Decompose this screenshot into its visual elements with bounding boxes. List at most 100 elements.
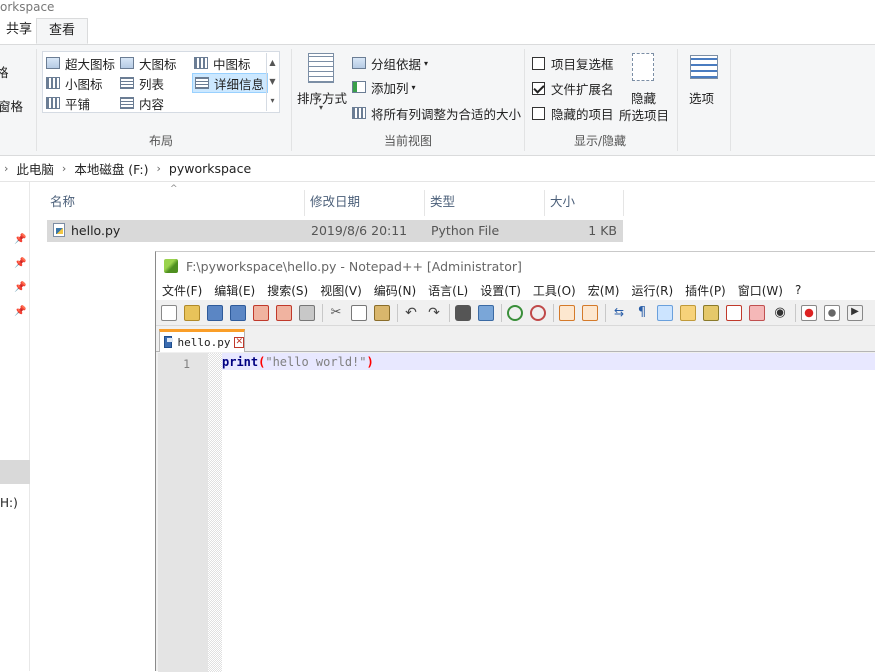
menu-macro[interactable]: 宏(M): [582, 282, 626, 299]
paste-icon[interactable]: [374, 304, 390, 321]
pane-cut-label[interactable]: 格格: [0, 61, 9, 81]
code-string: "hello world!": [265, 355, 367, 369]
table-row[interactable]: hello.py 2019/8/6 20:11 Python File 1 KB: [47, 220, 623, 242]
column-header-type[interactable]: 类型: [426, 190, 545, 216]
file-extensions-toggle[interactable]: 文件扩展名: [532, 78, 614, 98]
menu-plugins[interactable]: 插件(P): [679, 282, 732, 299]
view-list[interactable]: 列表: [120, 73, 164, 93]
python-file-icon: [53, 223, 65, 237]
current-view-group-label: 当前视图: [383, 134, 432, 148]
hidden-items-checkbox[interactable]: [532, 106, 545, 120]
pin-icon[interactable]: 📌: [14, 282, 26, 293]
menu-window[interactable]: 窗口(W): [732, 282, 789, 299]
folder-icon[interactable]: [749, 304, 765, 321]
add-columns-button[interactable]: 添加列 ▾: [352, 77, 416, 97]
fold-margin[interactable]: [208, 353, 222, 672]
sync-horizontal-icon[interactable]: [582, 304, 598, 321]
replace-icon[interactable]: [478, 304, 494, 321]
redo-icon[interactable]: ↷: [426, 305, 442, 321]
details-icon: [195, 77, 209, 89]
small-icons-label: 小图标: [65, 76, 103, 92]
tab-view[interactable]: 查看: [36, 18, 89, 44]
view-tiles[interactable]: 平铺: [46, 93, 90, 113]
notepadpp-window: F:\pyworkspace\hello.py - Notepad++ [Adm…: [155, 251, 875, 672]
close-tab-icon[interactable]: ✕: [234, 336, 244, 348]
column-header-name[interactable]: 名称: [46, 190, 305, 216]
find-icon[interactable]: [455, 304, 471, 321]
save-icon[interactable]: [207, 304, 223, 321]
view-details[interactable]: 详细信息: [192, 73, 269, 93]
folder-as-workspace-icon[interactable]: [726, 304, 742, 321]
menu-tools[interactable]: 工具(O): [527, 282, 582, 299]
file-extensions-checkbox[interactable]: [532, 81, 545, 95]
stop-macro-icon[interactable]: [824, 304, 840, 321]
breadcrumb-this-pc[interactable]: 此电脑: [16, 159, 54, 178]
show-hide-group-label: 显示/隐藏: [573, 134, 627, 148]
gallery-scroll[interactable]: ▲ ▼ ▾: [266, 53, 278, 111]
doc-map-icon[interactable]: [680, 304, 696, 321]
view-small-icons[interactable]: 小图标: [46, 73, 103, 93]
pin-icon[interactable]: 📌: [14, 234, 26, 245]
zoom-out-icon[interactable]: [530, 304, 546, 321]
toolbar-separator: [501, 303, 502, 322]
open-file-icon[interactable]: [184, 304, 200, 321]
hidden-items-toggle[interactable]: 隐藏的项目: [532, 103, 614, 123]
tab-hello-py[interactable]: hello.py ✕: [159, 329, 245, 352]
menu-edit[interactable]: 编辑(E): [208, 282, 261, 299]
menu-settings[interactable]: 设置(T): [474, 282, 527, 299]
address-bar[interactable]: › 此电脑 › 本地磁盘 (F:) › pyworkspace: [0, 156, 875, 182]
view-large-icons[interactable]: 大图标: [120, 53, 177, 73]
hide-selected-line2[interactable]: 所选项目: [619, 104, 669, 124]
menu-help[interactable]: ?: [789, 283, 807, 297]
print-icon[interactable]: [299, 304, 315, 321]
menu-run[interactable]: 运行(R): [625, 282, 679, 299]
item-checkboxes-checkbox[interactable]: [532, 56, 545, 70]
new-file-icon[interactable]: [161, 304, 177, 321]
menu-file[interactable]: 文件(F): [156, 282, 208, 299]
medium-icons-label: 中图标: [213, 56, 251, 72]
word-wrap-icon[interactable]: ⇆: [611, 305, 627, 321]
close-all-icon[interactable]: [276, 304, 292, 321]
show-all-characters-icon[interactable]: ¶: [634, 305, 650, 321]
column-header-size[interactable]: 大小: [546, 190, 624, 216]
npp-title-bar[interactable]: F:\pyworkspace\hello.py - Notepad++ [Adm…: [156, 252, 875, 280]
menu-search[interactable]: 搜索(S): [261, 282, 314, 299]
options-button[interactable]: 选项: [689, 87, 714, 107]
zoom-in-icon[interactable]: [507, 304, 523, 321]
group-by-button[interactable]: 分组依据 ▾: [352, 53, 428, 73]
toolbar-separator: [795, 303, 796, 322]
line-number-gutter: 1: [158, 353, 208, 672]
cut-icon[interactable]: ✂: [328, 305, 344, 321]
indent-guide-icon[interactable]: [657, 304, 673, 321]
extra-large-icons-icon: [46, 57, 60, 69]
toolbar-separator: [322, 303, 323, 322]
pin-icon[interactable]: 📌: [14, 306, 26, 317]
menu-view[interactable]: 视图(V): [314, 282, 368, 299]
code-editor[interactable]: 1 print("hello world!"): [158, 353, 875, 672]
sync-vertical-icon[interactable]: [559, 304, 575, 321]
view-medium-icons[interactable]: 中图标: [194, 53, 251, 73]
column-header-modified[interactable]: 修改日期: [306, 190, 425, 216]
tiles-icon: [46, 97, 60, 109]
nav-item-selected[interactable]: [0, 460, 30, 484]
menu-language[interactable]: 语言(L): [422, 282, 474, 299]
record-macro-icon[interactable]: [801, 304, 817, 321]
size-all-columns-button[interactable]: 将所有列调整为合适的大小: [352, 103, 521, 123]
save-all-icon[interactable]: [230, 304, 246, 321]
view-content[interactable]: 内容: [120, 93, 164, 113]
nav-item-drive[interactable]: H:): [0, 496, 18, 510]
undo-icon[interactable]: ↶: [403, 305, 419, 321]
pin-icon[interactable]: 📌: [14, 258, 26, 269]
preview-pane-button[interactable]: 窗格: [0, 95, 23, 115]
monitoring-eye-icon[interactable]: ◉: [772, 305, 788, 321]
code-line[interactable]: print("hello world!"): [222, 355, 374, 369]
breadcrumb-drive[interactable]: 本地磁盘 (F:): [74, 159, 148, 178]
view-extra-large-icons[interactable]: 超大图标: [46, 53, 115, 73]
copy-icon[interactable]: [351, 304, 367, 321]
function-list-icon[interactable]: [703, 304, 719, 321]
play-macro-icon[interactable]: ▶: [847, 304, 863, 321]
breadcrumb-folder[interactable]: pyworkspace: [169, 161, 251, 176]
item-checkboxes-toggle[interactable]: 项目复选框: [532, 53, 614, 73]
menu-encoding[interactable]: 编码(N): [368, 282, 422, 299]
close-file-icon[interactable]: [253, 304, 269, 321]
